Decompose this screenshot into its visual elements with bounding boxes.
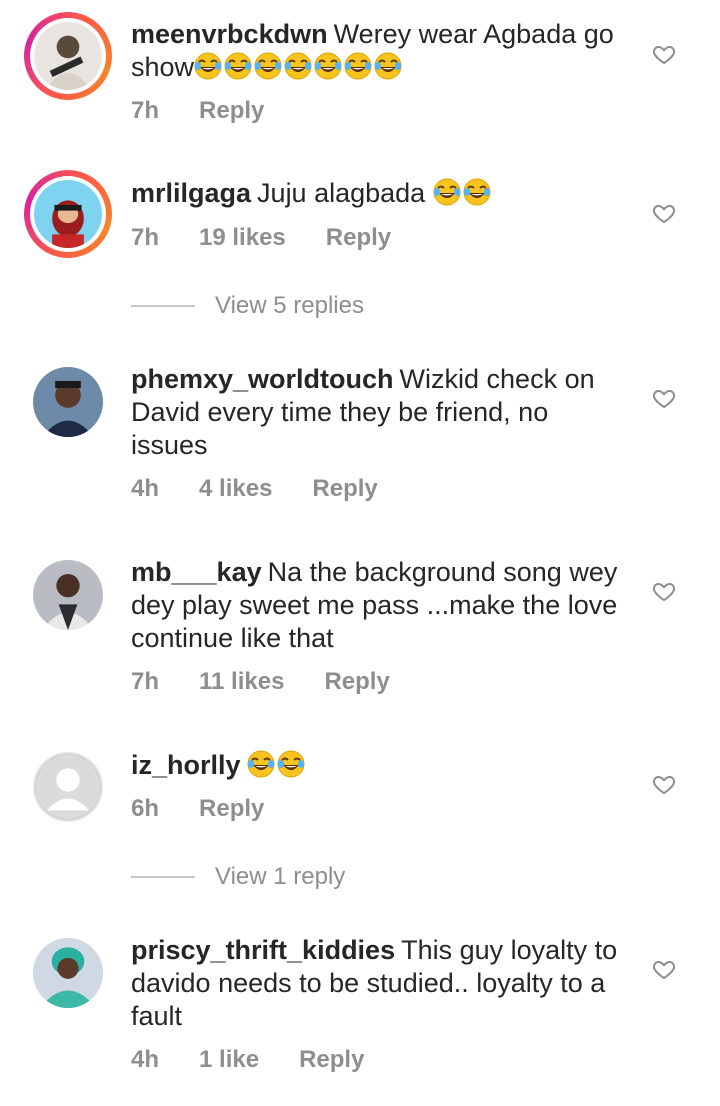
like-count[interactable]: 1 like: [199, 1046, 259, 1074]
avatar[interactable]: [33, 560, 103, 630]
face-with-tears-of-joy-icon: [277, 750, 305, 778]
like-count[interactable]: 11 likes: [199, 668, 284, 696]
avatar[interactable]: [24, 12, 112, 100]
heart-outline-icon[interactable]: [652, 42, 676, 66]
face-with-tears-of-joy-icon: [314, 52, 342, 80]
avatar[interactable]: [33, 938, 103, 1008]
face-with-tears-of-joy-icon: [374, 52, 402, 80]
comment-time: 7h: [131, 224, 160, 251]
comment-time: 6h: [131, 795, 160, 822]
reply-button[interactable]: Reply: [199, 97, 264, 125]
comment-username[interactable]: meenvrbckdwn: [131, 19, 328, 49]
divider: [131, 305, 195, 307]
face-with-tears-of-joy-icon: [433, 178, 461, 206]
reply-button[interactable]: Reply: [199, 795, 264, 823]
view-replies-label: View 1 reply: [215, 863, 346, 890]
divider: [131, 876, 195, 878]
reply-button[interactable]: Reply: [326, 224, 391, 252]
reply-button[interactable]: Reply: [299, 1046, 364, 1074]
face-with-tears-of-joy-icon: [194, 52, 222, 80]
emoji-group: [194, 52, 404, 82]
comment-time: 7h: [131, 97, 160, 124]
like-count[interactable]: 4 likes: [199, 475, 272, 503]
comment-time: 7h: [131, 668, 160, 695]
view-replies-button[interactable]: View 5 replies: [131, 292, 364, 320]
heart-outline-icon[interactable]: [652, 579, 676, 603]
face-with-tears-of-joy-icon: [247, 750, 275, 778]
avatar[interactable]: [24, 170, 112, 258]
comment-time: 4h: [131, 1046, 160, 1073]
face-with-tears-of-joy-icon: [344, 52, 372, 80]
heart-outline-icon[interactable]: [652, 772, 676, 796]
reply-button[interactable]: Reply: [324, 668, 389, 696]
heart-outline-icon[interactable]: [652, 957, 676, 981]
comment-username[interactable]: mb___kay: [131, 557, 262, 587]
comment-username[interactable]: priscy_thrift_kiddies: [131, 935, 395, 965]
avatar[interactable]: [33, 752, 103, 822]
view-replies-label: View 5 replies: [215, 292, 364, 319]
reply-button[interactable]: Reply: [312, 475, 377, 503]
view-replies-button[interactable]: View 1 reply: [131, 863, 345, 891]
emoji-group: [247, 750, 307, 780]
comment-username[interactable]: iz_horlly: [131, 750, 241, 780]
like-count[interactable]: 19 likes: [199, 224, 286, 252]
heart-outline-icon[interactable]: [652, 201, 676, 225]
comment-time: 4h: [131, 475, 160, 502]
face-with-tears-of-joy-icon: [284, 52, 312, 80]
emoji-group: [433, 178, 493, 208]
comment-text: Juju alagbada: [257, 178, 426, 208]
comment-username[interactable]: mrlilgaga: [131, 178, 251, 208]
heart-outline-icon[interactable]: [652, 386, 676, 410]
face-with-tears-of-joy-icon: [254, 52, 282, 80]
avatar[interactable]: [33, 367, 103, 437]
comment-username[interactable]: phemxy_worldtouch: [131, 364, 394, 394]
face-with-tears-of-joy-icon: [224, 52, 252, 80]
face-with-tears-of-joy-icon: [463, 178, 491, 206]
